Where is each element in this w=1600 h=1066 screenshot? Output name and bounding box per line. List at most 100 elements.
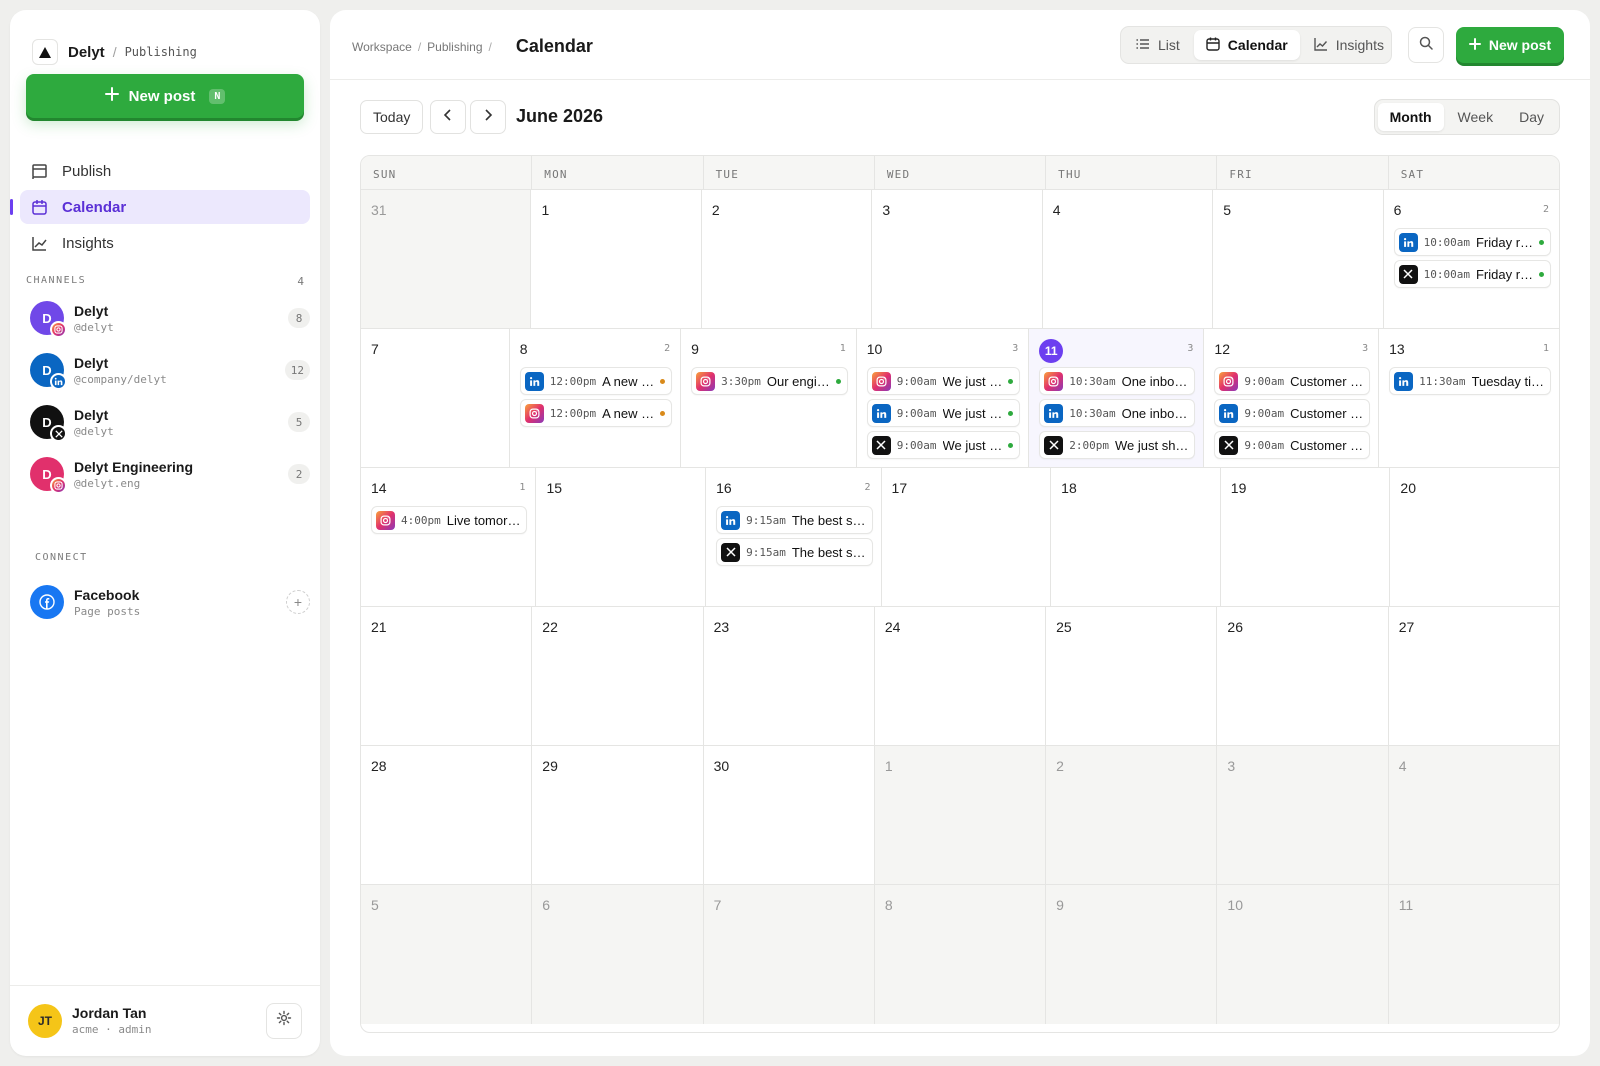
calendar-day[interactable]: 31 — [361, 190, 531, 328]
calendar-day[interactable]: 1 — [873, 746, 1046, 884]
calendar-day[interactable]: 6 2 10:00am Friday r… 10:00am Friday r… — [1382, 190, 1559, 328]
calendar-day[interactable]: 6 — [531, 885, 703, 1024]
tab-insights[interactable]: Insights — [1302, 30, 1396, 60]
prev-month-button[interactable] — [430, 100, 466, 134]
day-number: 14 — [371, 480, 387, 496]
post-chip[interactable]: 9:00am Customer … — [1214, 367, 1371, 395]
range-month[interactable]: Month — [1377, 103, 1444, 131]
user-name: Jordan Tan — [72, 1005, 147, 1021]
calendar-day[interactable]: 30 — [702, 746, 874, 884]
calendar-day[interactable]: 9 — [1045, 885, 1217, 1024]
calendar-day[interactable]: 28 — [361, 746, 531, 884]
connect-facebook[interactable]: Facebook Page posts + — [30, 582, 310, 622]
post-chip[interactable]: 9:00am Customer … — [1214, 431, 1371, 459]
post-chip[interactable]: 9:00am We just … — [866, 399, 1021, 427]
next-month-button[interactable] — [470, 100, 506, 134]
post-chip[interactable]: 9:15am The best s… — [716, 506, 873, 534]
calendar-day[interactable]: 9 1 3:30pm Our engi… — [680, 329, 856, 467]
range-day[interactable]: Day — [1507, 103, 1556, 131]
post-chip[interactable]: 12:00pm A new … — [519, 367, 673, 395]
calendar-day[interactable]: 4 — [1387, 746, 1559, 884]
calendar-day[interactable]: 10 3 9:00am We just … 9:00am We just … 9:00am W… — [855, 329, 1028, 467]
tab-calendar[interactable]: Calendar — [1193, 30, 1300, 60]
settings-button[interactable] — [266, 1002, 302, 1039]
post-time: 3:30pm — [721, 374, 761, 388]
sidebar-item-calendar[interactable]: Calendar — [10, 190, 310, 224]
calendar-day[interactable]: 2 — [1045, 746, 1217, 884]
post-chip[interactable]: 4:00pm Live tomor… — [371, 506, 528, 534]
avatar-initial: D — [42, 362, 52, 378]
avatar[interactable]: JT — [28, 1003, 62, 1038]
channel-item[interactable]: D Delyt Engineering @delyt.eng 2 — [30, 454, 310, 494]
post-chip[interactable]: 10:30am One inbo… — [1039, 367, 1196, 395]
breadcrumb-workspace[interactable]: Workspace — [352, 40, 412, 54]
calendar-day[interactable]: 17 — [880, 468, 1051, 606]
day-number: 8 — [884, 897, 893, 913]
calendar-day[interactable]: 27 — [1387, 607, 1559, 745]
post-chip[interactable]: 9:00am We just … — [866, 431, 1021, 459]
calendar-day[interactable]: 21 — [361, 607, 531, 745]
calendar-day[interactable]: 11 — [1387, 885, 1559, 1024]
calendar-day[interactable]: 24 — [873, 607, 1045, 745]
calendar-day[interactable]: 2 — [700, 190, 871, 328]
range-week[interactable]: Week — [1446, 103, 1506, 131]
sidebar-item-insights[interactable]: Insights — [20, 226, 310, 260]
calendar-day[interactable]: 16 2 9:15am The best s… 9:15am The best s… — [705, 468, 880, 606]
calendar-day[interactable]: 18 — [1050, 468, 1220, 606]
sidebar-item-publish[interactable]: Publish — [20, 154, 310, 188]
calendar-day[interactable]: 25 — [1045, 607, 1216, 745]
day-number: 8 — [519, 341, 528, 357]
calendar-day[interactable]: 8 — [873, 885, 1046, 1024]
calendar-day-today[interactable]: 11 3 10:30am One inbo… 10:30am One inbo… 2:00p… — [1028, 329, 1204, 467]
post-list: 10:30am One inbo… 10:30am One inbo… 2:00pm We… — [1039, 367, 1196, 459]
channel-item[interactable]: D Delyt @delyt 5 — [30, 402, 310, 442]
calendar-day[interactable]: 14 1 4:00pm Live tomor… — [361, 468, 535, 606]
post-chip[interactable]: 9:15am The best s… — [716, 538, 873, 566]
calendar-day[interactable]: 26 — [1216, 607, 1387, 745]
post-chip[interactable]: 10:00am Friday r… — [1393, 260, 1552, 288]
calendar-day[interactable]: 7 — [361, 329, 509, 467]
channels-heading: CHANNELS — [26, 275, 87, 286]
calendar-day[interactable]: 7 — [702, 885, 874, 1024]
today-button[interactable]: Today — [360, 100, 424, 134]
post-chip[interactable]: 9:00am Customer … — [1214, 399, 1371, 427]
calendar-day[interactable]: 19 — [1219, 468, 1390, 606]
calendar-week: 21 22 23 24 25 26 27 — [361, 607, 1559, 746]
calendar-day[interactable]: 8 2 12:00pm A new … 12:00pm A new … — [508, 329, 680, 467]
post-chip[interactable]: 11:30am Tuesday ti… — [1389, 367, 1551, 395]
calendar-day[interactable]: 23 — [702, 607, 874, 745]
post-chip[interactable]: 9:00am We just … — [866, 367, 1021, 395]
calendar-day[interactable]: 10 — [1216, 885, 1388, 1024]
calendar-day[interactable]: 29 — [531, 746, 702, 884]
new-post-button[interactable]: New post — [1456, 27, 1564, 63]
post-chip[interactable]: 3:30pm Our engi… — [691, 367, 848, 395]
add-channel-button[interactable]: + — [286, 590, 310, 614]
calendar-day[interactable]: 15 — [535, 468, 705, 606]
calendar-day[interactable]: 20 — [1389, 468, 1559, 606]
weekday-label: TUE — [702, 156, 874, 189]
calendar-day[interactable]: 4 — [1041, 190, 1212, 328]
calendar-day[interactable]: 1 — [530, 190, 700, 328]
post-chip[interactable]: 12:00pm A new … — [519, 399, 673, 427]
calendar-day[interactable]: 3 — [1216, 746, 1388, 884]
calendar-day[interactable]: 5 — [361, 885, 532, 1024]
channel-item[interactable]: D Delyt @company/delyt 12 — [30, 350, 310, 390]
calendar-day[interactable]: 12 3 9:00am Customer … 9:00am Customer … 9:00a… — [1203, 329, 1378, 467]
channel-item[interactable]: D Delyt @delyt 8 — [30, 298, 310, 338]
calendar-day[interactable]: 3 — [871, 190, 1041, 328]
post-chip[interactable]: 2:00pm We just sh… — [1039, 431, 1196, 459]
calendar-day[interactable]: 22 — [531, 607, 702, 745]
post-title: Customer … — [1290, 373, 1364, 389]
calendar-day[interactable]: 5 — [1212, 190, 1382, 328]
post-time: 4:00pm — [401, 513, 441, 527]
search-button[interactable] — [1408, 27, 1444, 63]
tab-list[interactable]: List — [1124, 30, 1192, 60]
delyt-logo-icon[interactable] — [32, 39, 58, 65]
post-chip[interactable]: 10:30am One inbo… — [1039, 399, 1196, 427]
post-chip[interactable]: 10:00am Friday r… — [1393, 228, 1552, 256]
breadcrumb-publishing[interactable]: Publishing — [427, 40, 482, 54]
new-post-button[interactable]: New post N — [26, 74, 304, 118]
instagram-icon — [524, 403, 544, 423]
calendar-day[interactable]: 13 1 11:30am Tuesday ti… — [1378, 329, 1559, 467]
breadcrumb-separator: / — [417, 39, 422, 54]
